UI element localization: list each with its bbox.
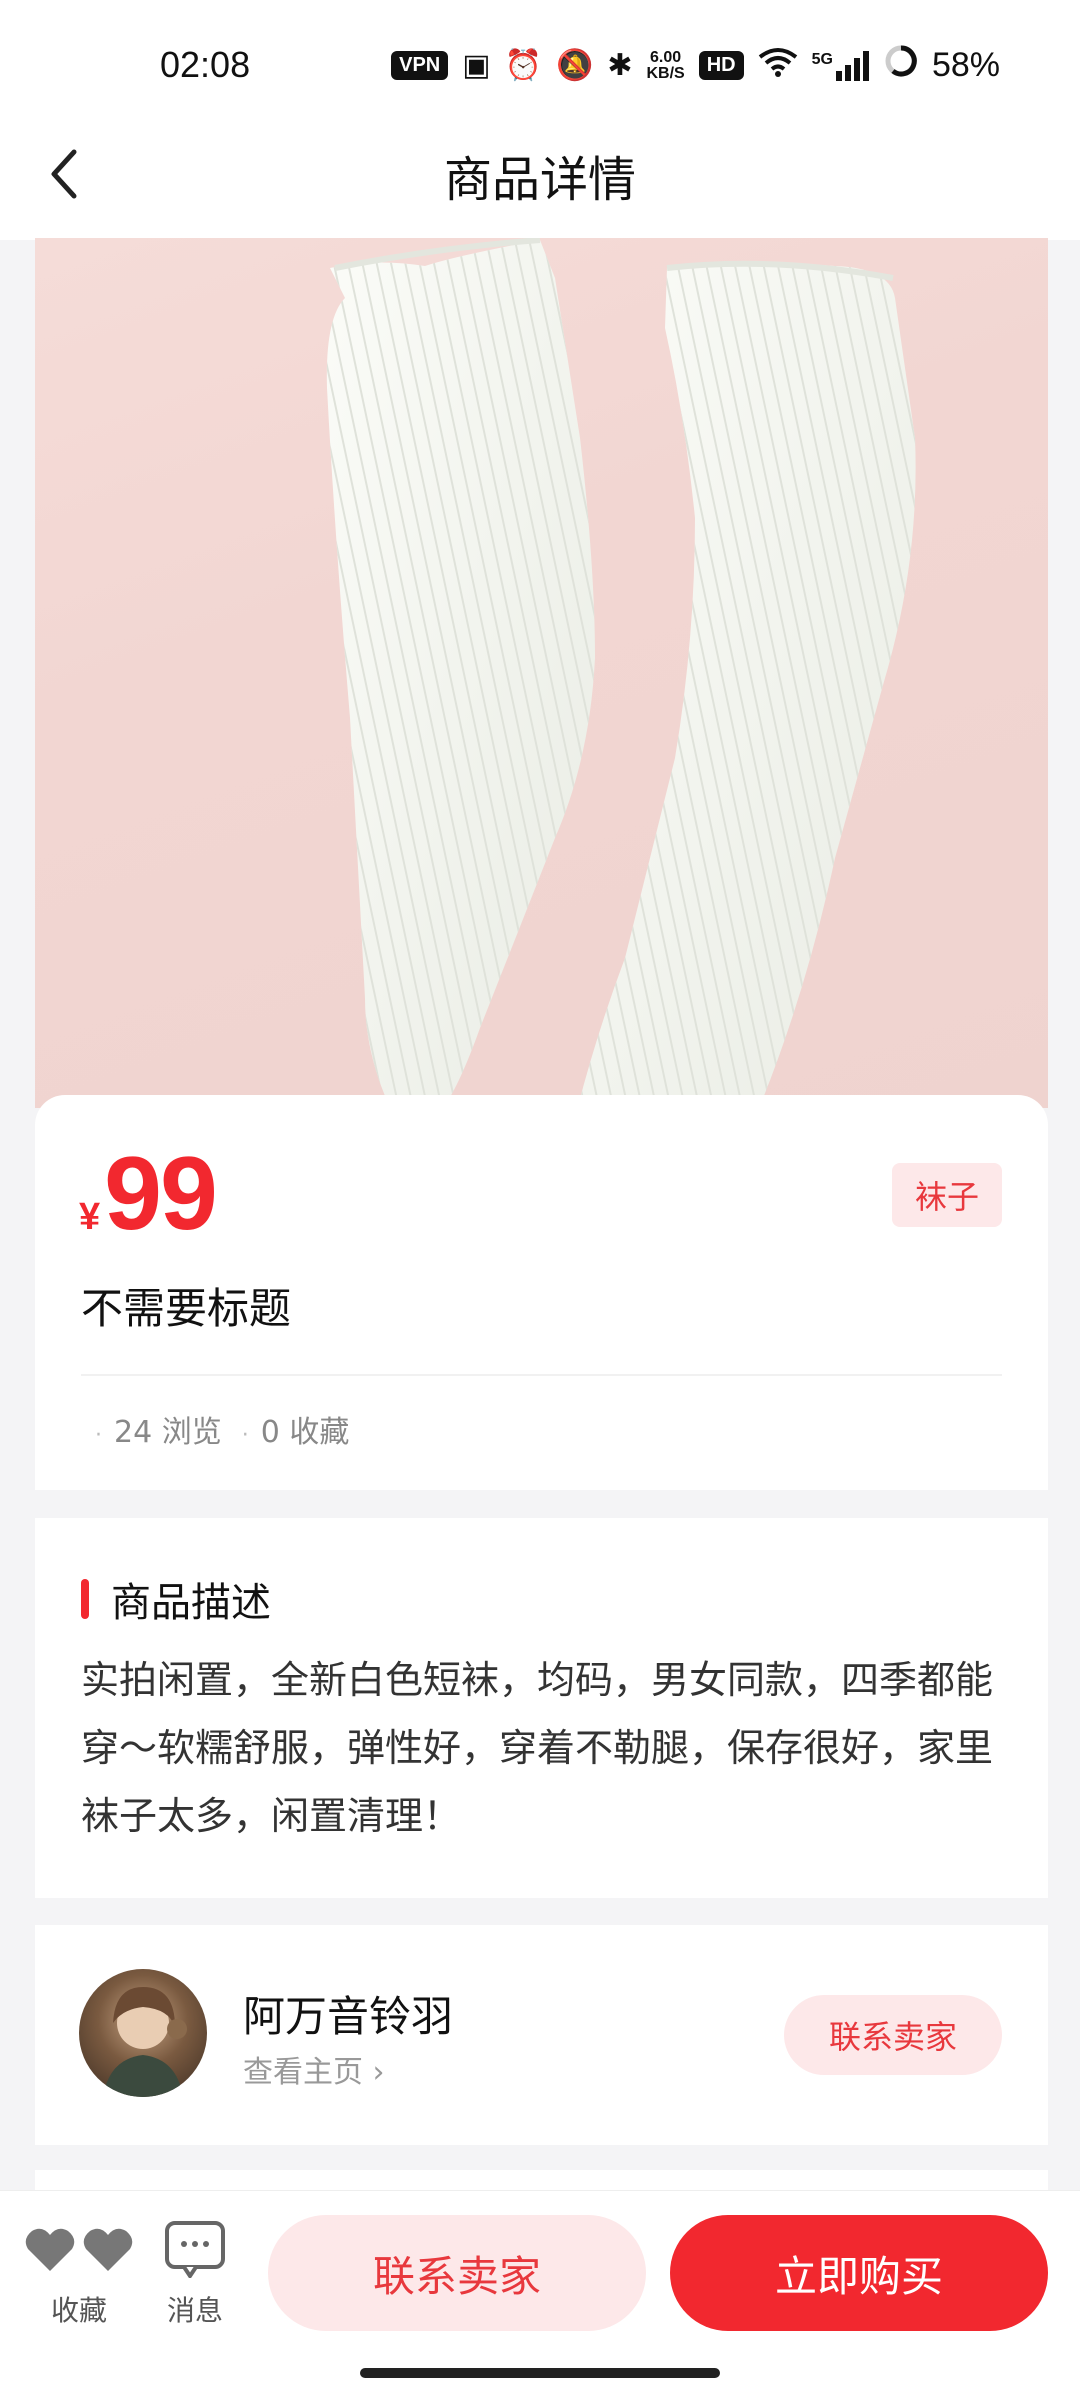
battery-percent: 58% (931, 46, 1000, 84)
favorite-button[interactable]: 收藏 (24, 2219, 134, 2329)
status-time: 02:08 (160, 44, 251, 85)
page-title: 商品详情 (443, 152, 636, 208)
seller-name[interactable]: 阿万音铃羽 (243, 1983, 453, 2044)
top-nav: 商品详情 (0, 110, 1080, 240)
currency-symbol: ¥ (79, 1196, 101, 1238)
category-tag[interactable]: 袜子 (892, 1163, 1002, 1227)
seller-avatar[interactable] (79, 1969, 207, 2097)
message-label: 消息 (166, 2294, 223, 2327)
speed-value: 6.00 (650, 48, 682, 66)
message-icon (140, 2219, 250, 2279)
price: ¥99 (79, 1135, 218, 1254)
section-accent-bar (81, 1579, 89, 1619)
network-type: 5G (811, 50, 833, 68)
favorites-count: 0 收藏 (260, 1415, 350, 1450)
mute-icon: 🔕 (555, 49, 594, 82)
views-stat: · 24 浏览 (95, 1415, 222, 1450)
seller-card: 阿万音铃羽 查看主页 › 联系卖家 (35, 1925, 1048, 2145)
battery-icon (884, 44, 918, 87)
favorites-stat: · 0 收藏 (241, 1415, 350, 1450)
alarm-icon: ⏰ (504, 49, 542, 82)
divider (81, 1374, 1002, 1376)
speed-unit: KB/S (646, 64, 685, 82)
heart-icon (24, 2219, 134, 2279)
wifi-icon (758, 47, 798, 85)
signal-icon: 5G (811, 50, 870, 81)
contact-seller-button[interactable]: 联系卖家 (268, 2215, 646, 2331)
description-card: 商品描述 实拍闲置，全新白色短袜，均码，男女同款，四季都能穿～软糯舒服，弹性好，… (35, 1518, 1048, 1898)
section-title: 商品描述 (111, 1580, 271, 1626)
section-header: 商品描述 (81, 1570, 271, 1628)
avatar-illustration (103, 1987, 187, 2097)
message-button[interactable]: 消息 (140, 2219, 250, 2329)
view-profile-link[interactable]: 查看主页 › (243, 2047, 385, 2091)
socks-illustration (326, 238, 916, 1108)
hd-icon: HD (698, 51, 744, 80)
favorite-label: 收藏 (50, 2294, 107, 2327)
home-indicator[interactable] (360, 2368, 720, 2378)
vpn-icon: VPN (391, 51, 449, 80)
price-card: ¥99 袜子 不需要标题 · 24 浏览 · 0 收藏 (35, 1095, 1048, 1490)
product-title: 不需要标题 (81, 1284, 292, 1333)
contact-seller-pill[interactable]: 联系卖家 (784, 1995, 1002, 2075)
product-stats: · 24 浏览 · 0 收藏 (95, 1407, 349, 1451)
description-text: 实拍闲置，全新白色短袜，均码，男女同款，四季都能穿～软糯舒服，弹性好，穿着不勒腿… (81, 1658, 994, 1838)
views-count: 24 浏览 (114, 1415, 222, 1450)
nfc-icon: ▣ (462, 49, 491, 82)
network-speed: 6.00 KB/S (646, 48, 685, 82)
price-value: 99 (104, 1136, 218, 1252)
bluetooth-icon: ✱ (607, 49, 633, 82)
status-icons: VPN ▣ ⏰ 🔕 ✱ 6.00 KB/S HD 5G 58% (391, 44, 1000, 87)
buy-now-button[interactable]: 立即购买 (670, 2215, 1048, 2331)
product-image[interactable] (35, 238, 1048, 1108)
